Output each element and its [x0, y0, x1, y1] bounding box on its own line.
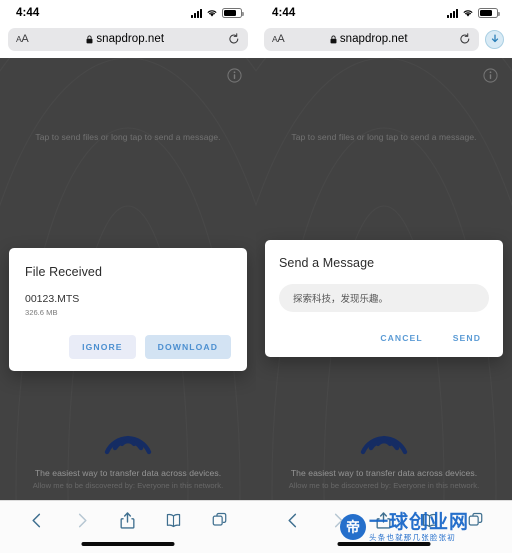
tabs-icon[interactable]	[211, 511, 228, 530]
share-icon[interactable]	[375, 511, 392, 530]
web-content-right: Tap to send files or long tap to send a …	[256, 58, 512, 500]
reload-icon[interactable]	[228, 33, 240, 45]
lock-icon	[86, 35, 93, 43]
cellular-signal-icon	[191, 8, 202, 18]
status-time: 4:44	[16, 7, 40, 19]
download-icon[interactable]	[485, 29, 504, 49]
file-name-text: 00123.MTS	[25, 293, 80, 305]
browser-url-bar-row-left: AA snapdrop.net	[0, 26, 256, 55]
ignore-button[interactable]: IGNORE	[69, 335, 136, 359]
url-display: snapdrop.net	[22, 33, 228, 45]
book-icon[interactable]	[165, 511, 182, 530]
web-content-left: Tap to send files or long tap to send a …	[0, 58, 256, 500]
safari-toolbar-left	[0, 500, 256, 553]
url-text: snapdrop.net	[96, 33, 165, 45]
chevron-right-icon	[334, 513, 343, 527]
chevron-left-icon[interactable]	[284, 511, 301, 530]
status-indicators	[191, 8, 244, 18]
dialog-title: File Received	[25, 265, 103, 279]
file-received-dialog: File Received 00123.MTS 326.6 MB IGNORE …	[9, 248, 247, 371]
chevron-right-icon	[78, 513, 87, 527]
download-arrow-glyph	[491, 34, 498, 43]
message-input[interactable]	[279, 284, 489, 312]
home-indicator	[337, 542, 431, 546]
right-phone-screen: 4:44 AA snapdrop.net Tap to send files o…	[256, 0, 512, 553]
url-text: snapdrop.net	[339, 33, 408, 45]
send-button[interactable]: SEND	[451, 329, 483, 347]
share-icon[interactable]	[119, 511, 136, 530]
safari-toolbar-right	[256, 500, 512, 553]
dialog-actions: CANCEL SEND	[279, 329, 489, 347]
status-bar-right: 4:44	[256, 0, 512, 26]
dialog-title: Send a Message	[279, 256, 375, 270]
reload-icon[interactable]	[459, 33, 471, 45]
download-button[interactable]: DOWNLOAD	[144, 335, 231, 359]
url-bar[interactable]: AA snapdrop.net	[8, 27, 248, 51]
lock-icon	[330, 35, 337, 43]
browser-url-bar-row-right: AA snapdrop.net	[256, 26, 512, 55]
home-indicator	[81, 542, 175, 546]
file-size-text: 326.6 MB	[25, 308, 58, 317]
status-bar-left: 4:44	[0, 0, 256, 26]
battery-icon	[222, 8, 244, 18]
status-indicators	[447, 8, 500, 18]
book-icon[interactable]	[421, 511, 438, 530]
wifi-icon	[463, 10, 473, 17]
tabs-icon[interactable]	[467, 511, 484, 530]
dual-screenshot-comparison: 4:44 AA snapdrop.net Tap to send files o…	[0, 0, 512, 553]
cancel-button[interactable]: CANCEL	[378, 329, 424, 347]
chevron-left-icon[interactable]	[28, 511, 45, 530]
left-phone-screen: 4:44 AA snapdrop.net Tap to send files o…	[0, 0, 256, 553]
url-bar[interactable]: AA snapdrop.net	[264, 27, 479, 51]
cellular-signal-icon	[447, 8, 458, 18]
wifi-icon	[207, 10, 217, 17]
battery-icon	[478, 8, 500, 18]
dialog-actions: IGNORE DOWNLOAD	[25, 335, 231, 359]
url-display: snapdrop.net	[278, 33, 459, 45]
send-message-dialog: Send a Message CANCEL SEND	[265, 240, 503, 357]
status-time: 4:44	[272, 7, 296, 19]
